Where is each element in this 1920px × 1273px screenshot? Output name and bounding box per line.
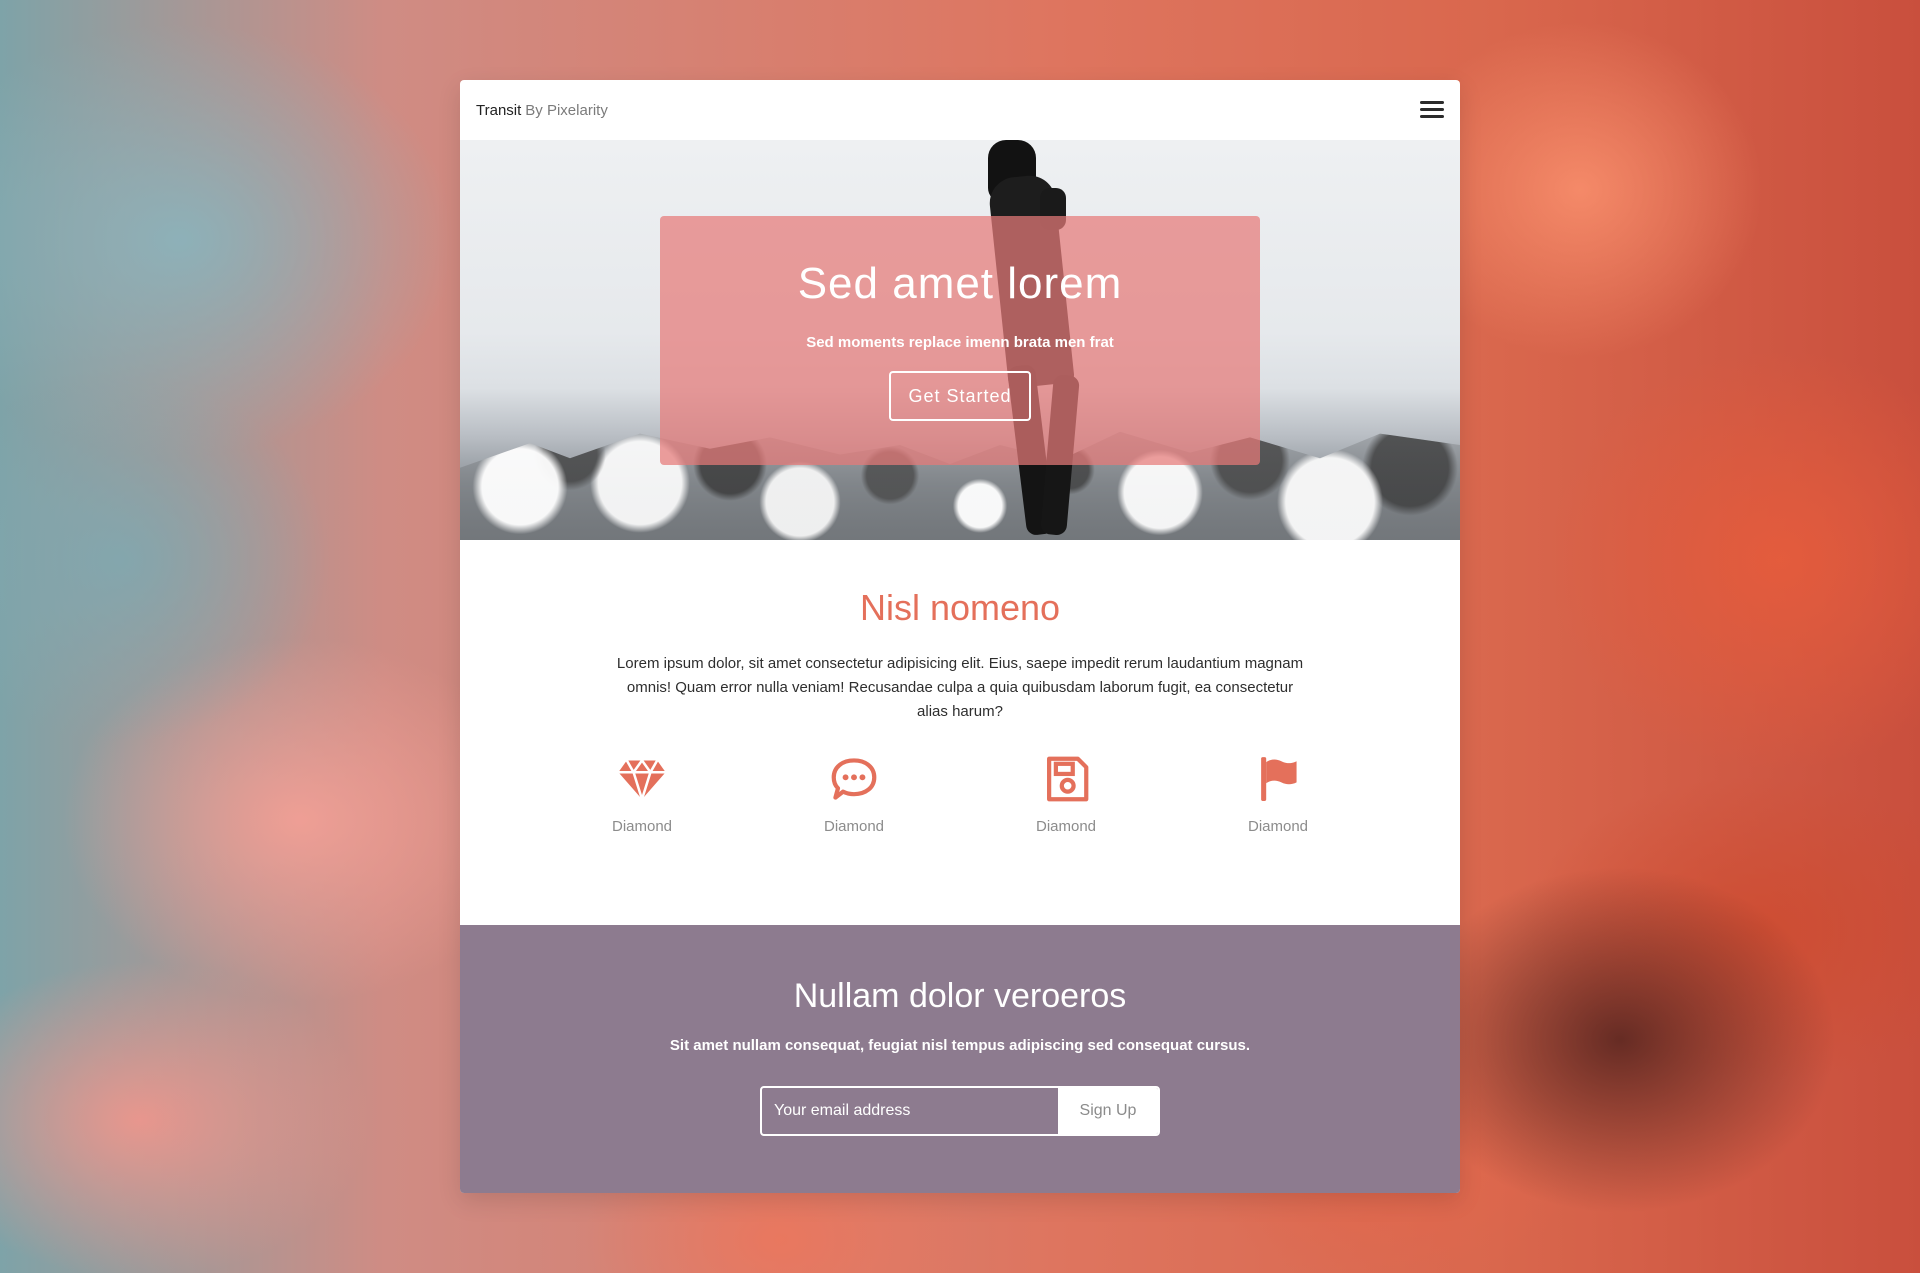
menu-line-middle	[1420, 108, 1444, 111]
feature-item-diamond: Diamond	[582, 752, 702, 835]
save-icon	[1047, 756, 1089, 802]
signup-title: Nullam dolor veroeros	[793, 977, 1127, 1015]
signup-form: Sign Up	[760, 1086, 1160, 1136]
brand-title[interactable]: Transit By Pixelarity	[476, 102, 608, 119]
brand-byline: By Pixelarity	[525, 101, 608, 119]
chat-icon	[831, 758, 877, 800]
signup-description: Sit amet nullam consequat, feugiat nisl …	[669, 1037, 1251, 1054]
feature-label-save: Diamond	[1035, 818, 1097, 835]
feature-item-save: Diamond	[1006, 752, 1126, 835]
menu-line-bottom	[1420, 115, 1444, 118]
landing-page-window: Transit By Pixelarity Sed amet lorem Sed …	[460, 80, 1460, 1193]
sign-up-button[interactable]: Sign Up	[1058, 1088, 1158, 1134]
menu-line-top	[1420, 101, 1444, 104]
brand-name: Transit	[476, 101, 522, 119]
feature-label-flag: Diamond	[1247, 818, 1309, 835]
hero-overlay-card: Sed amet lorem Sed moments replace imenn…	[660, 216, 1260, 465]
feature-label-diamond: Diamond	[611, 818, 673, 835]
hero-subtitle: Sed moments replace imenn brata men frat	[806, 334, 1114, 351]
features-title: Nisl nomeno	[859, 587, 1061, 628]
feature-icons-row: Diamond Diamond Diamond Diamond	[460, 752, 1460, 835]
feature-label-chat: Diamond	[823, 818, 885, 835]
flag-icon	[1261, 757, 1297, 801]
hamburger-menu-icon[interactable]	[1420, 101, 1444, 119]
person-head	[988, 140, 1036, 202]
feature-item-flag: Diamond	[1218, 752, 1338, 835]
signup-section: Nullam dolor veroeros Sit amet nullam co…	[460, 925, 1460, 1193]
hero-title: Sed amet lorem	[797, 259, 1123, 308]
diamond-icon	[618, 758, 666, 804]
features-section: Nisl nomeno Lorem ipsum dolor, sit amet …	[460, 540, 1460, 925]
hero-section: Sed amet lorem Sed moments replace imenn…	[460, 140, 1460, 540]
get-started-button[interactable]: Get Started	[889, 371, 1031, 421]
email-field[interactable]	[762, 1088, 1058, 1134]
features-description: Lorem ipsum dolor, sit amet consectetur …	[616, 655, 1304, 720]
feature-item-chat: Diamond	[794, 752, 914, 835]
top-navigation-bar: Transit By Pixelarity	[460, 80, 1460, 140]
